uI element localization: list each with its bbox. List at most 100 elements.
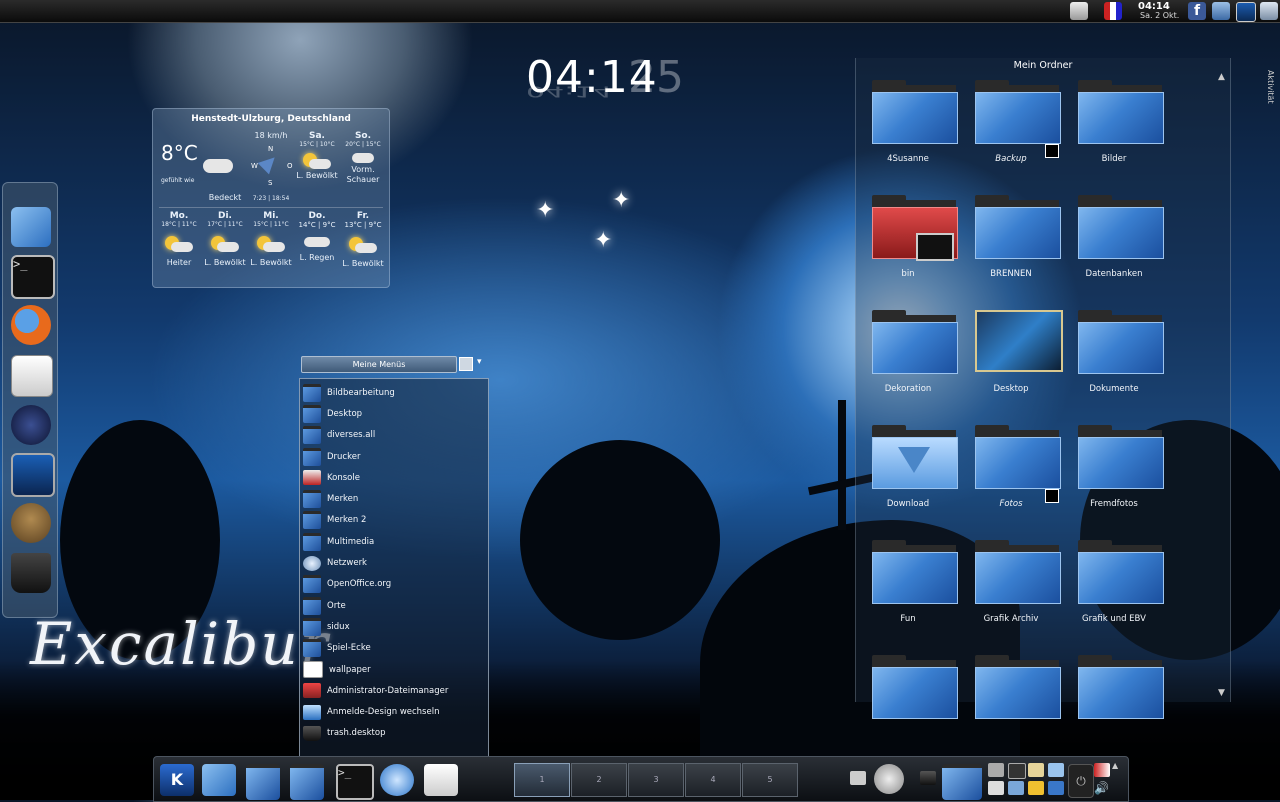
folder-item[interactable] — [1066, 655, 1164, 759]
menu-item[interactable]: Desktop — [300, 403, 488, 424]
monitor-icon[interactable] — [1008, 763, 1026, 779]
terminal-icon[interactable]: >_ — [336, 764, 374, 800]
folder-icon-2[interactable] — [290, 764, 324, 800]
folder-item[interactable]: 4Susanne — [860, 80, 958, 184]
folder-item[interactable] — [860, 655, 958, 759]
folder-item[interactable]: Grafik Archiv — [963, 540, 1061, 644]
gimp-icon[interactable] — [11, 503, 51, 543]
menu-item[interactable]: Bildbearbeitung — [300, 382, 488, 403]
menu-item[interactable]: Anmelde-Design wechseln — [300, 701, 488, 722]
chevron-down-icon[interactable]: ▾ — [477, 357, 482, 367]
folder-item[interactable]: Fremdfotos — [1066, 425, 1164, 529]
scroll-up-arrow[interactable]: ▲ — [1218, 72, 1225, 82]
folder-icon — [303, 383, 321, 402]
wolf-icon[interactable] — [11, 405, 51, 445]
folder-item[interactable]: Dokumente — [1066, 310, 1164, 414]
trash-icon[interactable] — [11, 553, 51, 593]
bottom-panel: K >_ 12345 ⏻ 🔊 ▲ — [153, 756, 1129, 802]
folder-item[interactable]: Grafik und EBV — [1066, 540, 1164, 644]
panel-clock-date[interactable]: Sa. 2 Okt. — [1140, 11, 1179, 20]
folder-item[interactable]: Download — [860, 425, 958, 529]
scroll-down-arrow[interactable]: ▼ — [1218, 688, 1225, 698]
monitor-icon[interactable] — [11, 453, 55, 497]
menu-item[interactable]: trash.desktop — [300, 723, 488, 744]
menu-item[interactable]: diverses.all — [300, 425, 488, 446]
volume-icon[interactable]: 🔊 — [1094, 781, 1110, 795]
kde-menu-icon[interactable]: K — [160, 764, 194, 796]
folder-item[interactable]: Dekoration — [860, 310, 958, 414]
camera-icon[interactable] — [850, 771, 866, 785]
folder-icon — [303, 490, 321, 509]
terminal-icon[interactable]: >_ — [11, 255, 55, 299]
menu-item[interactable]: Netzwerk — [300, 552, 488, 573]
folder-item[interactable]: Fun — [860, 540, 958, 644]
folder-item-label: Dokumente — [1089, 384, 1139, 394]
menu-item[interactable]: Multimedia — [300, 531, 488, 552]
menu-title-button[interactable]: Meine Menüs — [301, 356, 457, 373]
menu-item[interactable]: sidux — [300, 616, 488, 637]
bin-folder-icon — [872, 195, 958, 261]
menu-item[interactable]: Merken 2 — [300, 510, 488, 531]
notes-icon[interactable] — [1028, 781, 1044, 795]
display-icon[interactable] — [1260, 2, 1278, 20]
folder-item[interactable]: Fotos — [963, 425, 1061, 529]
drive-icon[interactable] — [1048, 781, 1064, 795]
folder-item[interactable]: Datenbanken — [1066, 195, 1164, 299]
drive-icon[interactable] — [1048, 763, 1064, 777]
pager-desktop-1[interactable]: 1 — [514, 763, 570, 797]
facebook-icon[interactable]: f — [1188, 2, 1206, 20]
folder-icon[interactable] — [942, 764, 982, 800]
pager-desktop-5[interactable]: 5 — [742, 763, 798, 797]
konsole-icon — [303, 470, 321, 486]
activity-label[interactable]: Aktivität — [1266, 70, 1275, 104]
menu-item[interactable]: Orte — [300, 595, 488, 616]
folder-icon[interactable] — [246, 764, 280, 800]
menu-item[interactable]: Spiel-Ecke — [300, 638, 488, 659]
menu-header: Meine Menüs ▾ — [299, 354, 489, 374]
lock-icon[interactable] — [988, 781, 1004, 795]
folder-item[interactable]: bin — [860, 195, 958, 299]
pager-desktop-2[interactable]: 2 — [571, 763, 627, 797]
pager-desktop-3[interactable]: 3 — [628, 763, 684, 797]
firefox-icon[interactable] — [11, 305, 51, 345]
tools-icon[interactable] — [988, 763, 1004, 777]
folder-icon — [975, 655, 1061, 719]
menu-view-icon[interactable] — [459, 357, 473, 371]
folder-item[interactable]: Desktop — [963, 310, 1063, 414]
weather-day: Di. 17°C | 11°C L. Bewölkt — [204, 211, 246, 267]
disk-icon[interactable] — [874, 764, 904, 794]
notes-icon[interactable] — [1028, 763, 1044, 777]
calendar-icon[interactable] — [424, 764, 458, 796]
menu-item[interactable]: Konsole — [300, 467, 488, 488]
calendar-icon[interactable] — [11, 355, 53, 397]
weather-widget[interactable]: Henstedt-Ulzburg, Deutschland 8°C gefühl… — [152, 108, 390, 288]
monitor-icon[interactable] — [1236, 2, 1256, 22]
sun-cloud-icon — [341, 237, 385, 253]
window-icon[interactable] — [1212, 2, 1230, 20]
pager-desktop-4[interactable]: 4 — [685, 763, 741, 797]
cloud-icon — [203, 159, 233, 173]
menu-item[interactable]: Drucker — [300, 446, 488, 467]
folder-item[interactable] — [963, 655, 1061, 759]
printer-icon[interactable] — [1070, 2, 1088, 20]
menu-item[interactable]: wallpaper — [300, 659, 488, 680]
folder-item[interactable]: Backup — [963, 80, 1061, 184]
network-meter-icon[interactable] — [1104, 2, 1122, 20]
menu-item[interactable]: Merken — [300, 488, 488, 509]
star-icon: ✦ — [536, 198, 555, 223]
weather-current-condition: Bedeckt — [208, 193, 242, 202]
folder-item[interactable]: BRENNEN — [963, 195, 1061, 299]
browser-icon[interactable] — [380, 764, 414, 796]
folder-item-label: Fotos — [999, 499, 1023, 509]
home-icon[interactable] — [202, 764, 236, 796]
flag-icon[interactable] — [1094, 763, 1110, 777]
trash-icon[interactable] — [920, 771, 936, 785]
folder-item[interactable]: Bilder — [1066, 80, 1164, 184]
menu-item[interactable]: OpenOffice.org — [300, 574, 488, 595]
wallpaper-title: Excalibur — [30, 610, 330, 678]
menu-item[interactable]: Administrator-Dateimanager — [300, 680, 488, 701]
home-folder-icon[interactable] — [11, 207, 51, 247]
network-icon[interactable] — [1008, 781, 1024, 795]
power-icon[interactable]: ⏻ — [1068, 764, 1094, 798]
panel-expand-arrow[interactable]: ▲ — [1112, 761, 1118, 770]
